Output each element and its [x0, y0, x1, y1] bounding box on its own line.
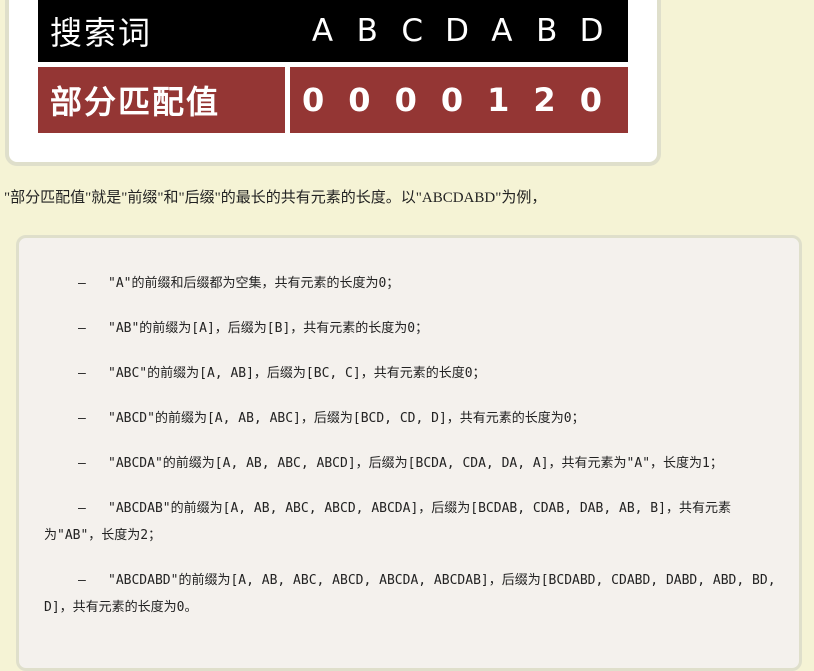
- search-term-label: 搜索词: [50, 14, 153, 52]
- search-char: D: [445, 13, 469, 49]
- match-value: 0: [302, 81, 325, 119]
- list-item-text: "ABC"的前缀为[A, AB]，后缀为[BC, C]，共有元素的长度0；: [108, 366, 486, 381]
- partial-match-values-cell: 0 0 0 0 1 2 0: [290, 67, 628, 133]
- list-item: – "A"的前缀和后缀都为空集，共有元素的长度为0；: [44, 270, 779, 297]
- list-item: – "ABCDABD"的前缀为[A, AB, ABC, ABCD, ABCDA, …: [44, 567, 779, 621]
- dash: –: [78, 276, 86, 291]
- search-char: C: [401, 13, 423, 49]
- match-value: 2: [533, 81, 556, 119]
- search-char: A: [311, 13, 334, 49]
- match-value: 1: [487, 81, 510, 119]
- dash: –: [78, 573, 86, 588]
- list-item: – "ABCDA"的前缀为[A, AB, ABC, ABCD]，后缀为[BCDA,…: [44, 450, 779, 477]
- search-char: B: [536, 13, 558, 49]
- dash: –: [78, 321, 86, 336]
- list-item-text: "ABCD"的前缀为[A, AB, ABC]，后缀为[BCD, CD, D]，共…: [108, 411, 585, 426]
- example-list-box: – "A"的前缀和后缀都为空集，共有元素的长度为0； – "AB"的前缀为[A]，后…: [16, 235, 802, 671]
- match-value: 0: [440, 81, 464, 119]
- list-item-text: "ABCDA"的前缀为[A, AB, ABC, ABCD]，后缀为[BCDA, …: [108, 456, 723, 471]
- dash: –: [78, 456, 86, 471]
- dash: –: [78, 411, 86, 426]
- list-item: – "ABCD"的前缀为[A, AB, ABC]，后缀为[BCD, CD, D]，…: [44, 405, 779, 432]
- match-value: 0: [394, 81, 417, 119]
- list-item-text: "A"的前缀和后缀都为空集，共有元素的长度为0；: [108, 276, 400, 291]
- partial-match-label: 部分匹配值: [50, 83, 221, 121]
- search-char: A: [491, 13, 513, 49]
- partial-match-label-cell: 部分匹配值: [38, 67, 285, 133]
- search-char: B: [356, 13, 378, 49]
- description-paragraph: "部分匹配值"就是"前缀"和"后缀"的最长的共有元素的长度。以"ABCDABD"…: [4, 190, 547, 206]
- match-value: 0: [348, 81, 371, 119]
- search-char: D: [579, 13, 604, 49]
- list-item-text: "AB"的前缀为[A]，后缀为[B]，共有元素的长度为0；: [108, 321, 429, 336]
- list-item: – "AB"的前缀为[A]，后缀为[B]，共有元素的长度为0；: [44, 315, 779, 342]
- list-item-text: "ABCDABD"的前缀为[A, AB, ABC, ABCD, ABCDA, A…: [44, 573, 776, 615]
- search-term-row: 搜索词 A B C D A B D: [38, 0, 628, 62]
- list-item: – "ABC"的前缀为[A, AB]，后缀为[BC, C]，共有元素的长度0；: [44, 360, 779, 387]
- match-value: 0: [579, 81, 602, 119]
- list-item-text: "ABCDAB"的前缀为[A, AB, ABC, ABCD, ABCDA]，后缀…: [44, 501, 731, 543]
- dash: –: [78, 501, 86, 516]
- list-item: – "ABCDAB"的前缀为[A, AB, ABC, ABCD, ABCDA]，后…: [44, 495, 779, 549]
- dash: –: [78, 366, 86, 381]
